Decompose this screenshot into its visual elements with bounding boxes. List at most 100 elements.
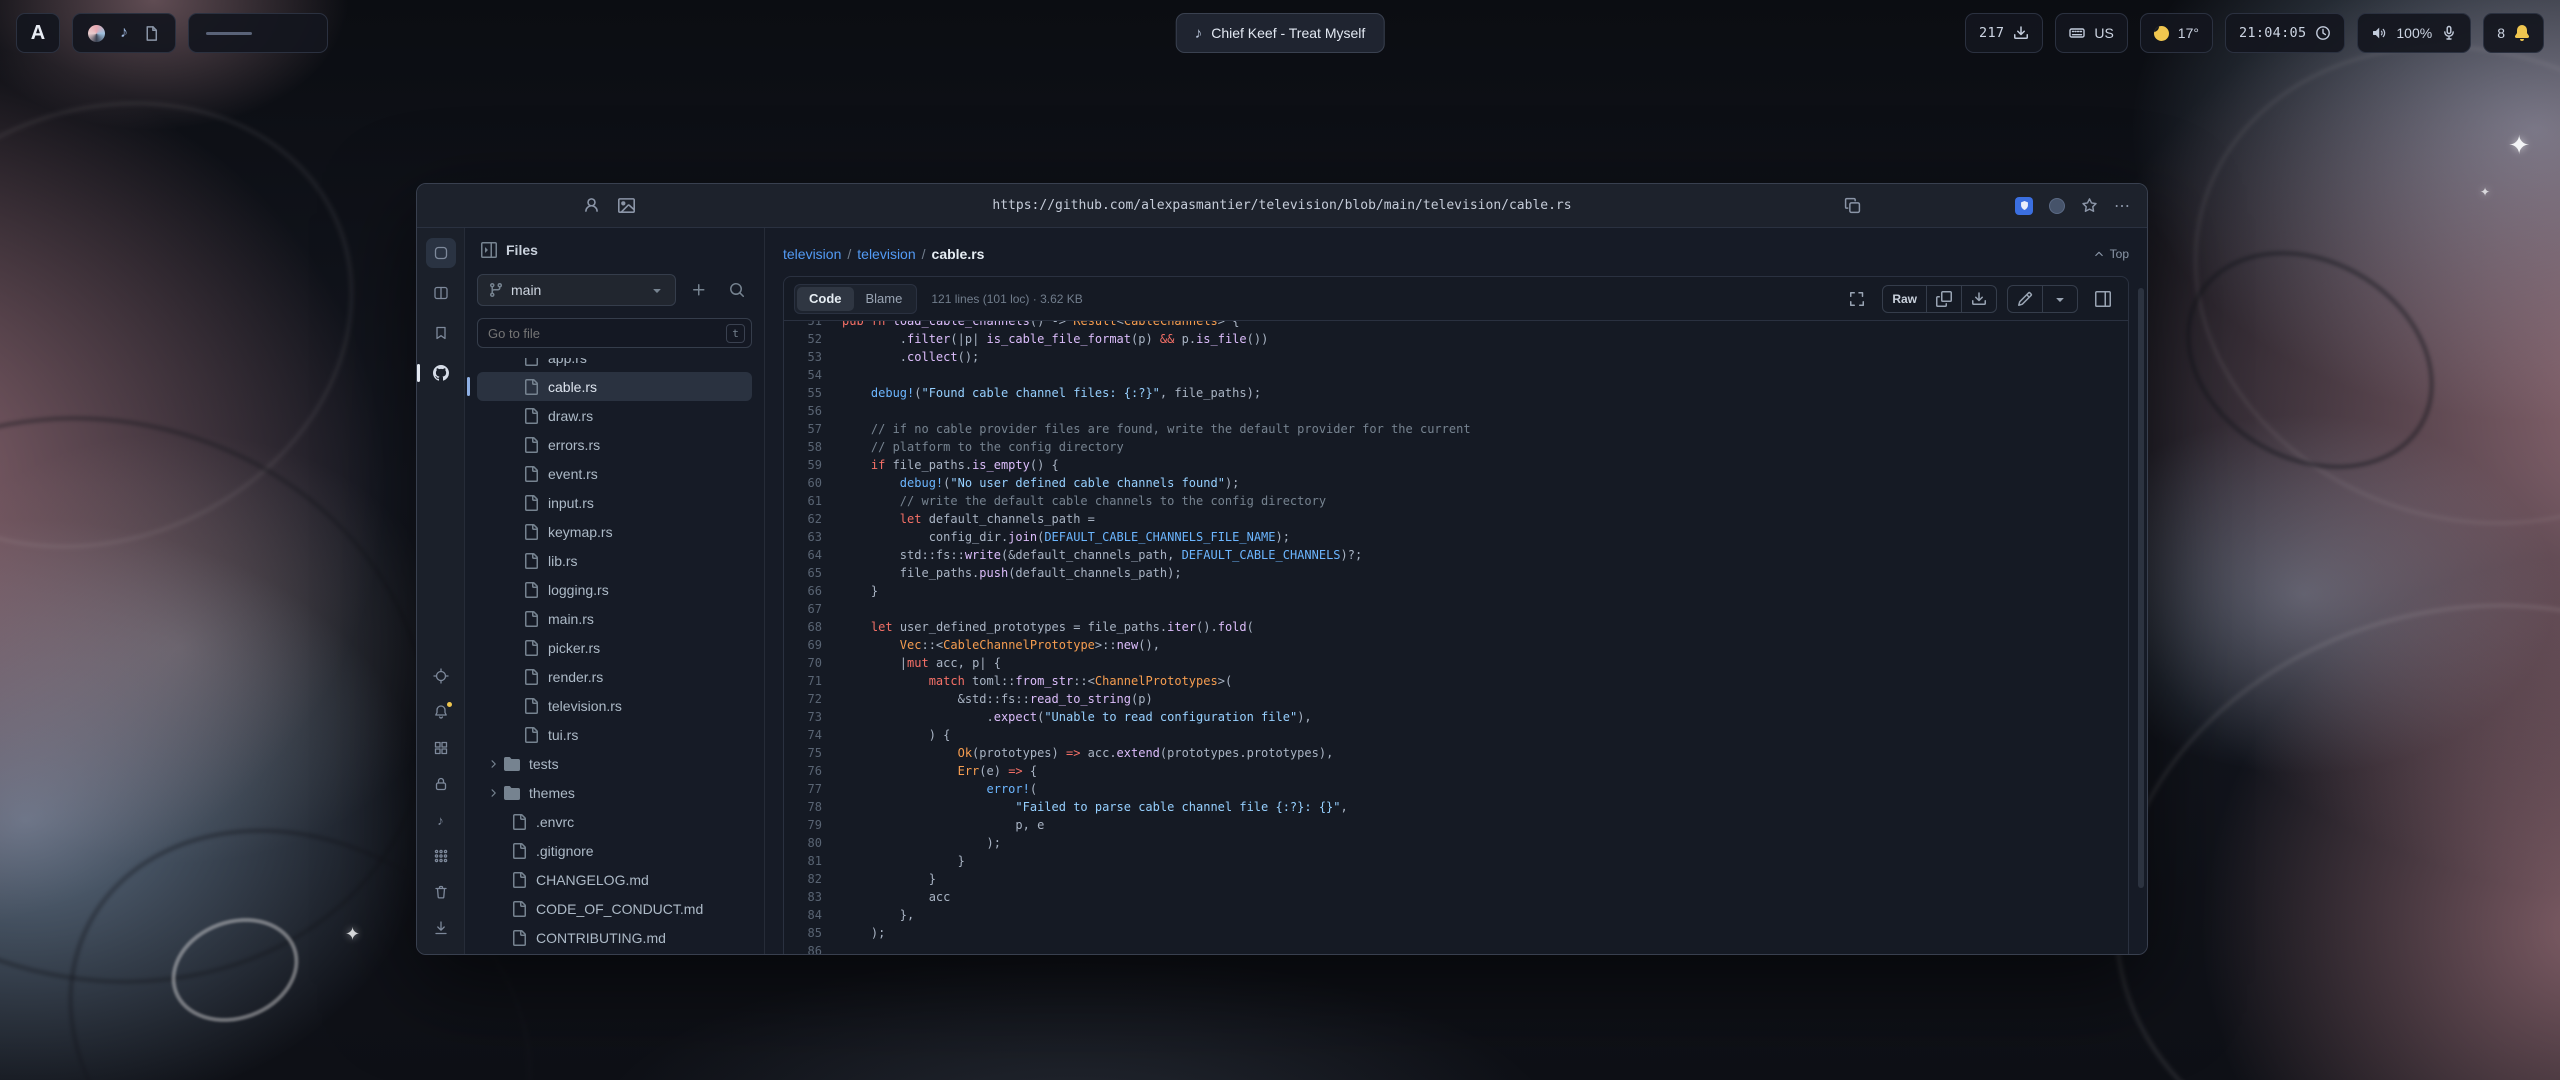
line-number[interactable]: 52 xyxy=(784,330,842,348)
extension-icon[interactable] xyxy=(2049,198,2065,214)
line-number[interactable]: 73 xyxy=(784,708,842,726)
workspace-button[interactable] xyxy=(426,238,456,268)
new-file-button[interactable] xyxy=(684,275,714,305)
line-number[interactable]: 75 xyxy=(784,744,842,762)
line-number[interactable]: 71 xyxy=(784,672,842,690)
downloads-button[interactable] xyxy=(426,913,456,943)
tree-item-themes[interactable]: themes xyxy=(477,778,752,807)
line-number[interactable]: 54 xyxy=(784,366,842,384)
line-number[interactable]: 53 xyxy=(784,348,842,366)
goto-file-input[interactable] xyxy=(488,326,720,341)
line-number[interactable]: 80 xyxy=(784,834,842,852)
url-bar[interactable]: https://github.com/alexpasmantier/televi… xyxy=(992,198,1571,213)
line-number[interactable]: 63 xyxy=(784,528,842,546)
tree-item-CONTRIBUTING.md[interactable]: CONTRIBUTING.md xyxy=(477,923,752,952)
updates-module[interactable]: 217 xyxy=(1965,13,2043,53)
tree-item-CODE_OF_CONDUCT.md[interactable]: CODE_OF_CONDUCT.md xyxy=(477,894,752,923)
browser-menu-icon[interactable]: ⋯ xyxy=(2114,196,2131,216)
bitwarden-icon[interactable] xyxy=(2015,197,2033,215)
line-number[interactable]: 68 xyxy=(784,618,842,636)
line-number[interactable]: 81 xyxy=(784,852,842,870)
tree-item-input.rs[interactable]: input.rs xyxy=(477,488,752,517)
volume-module[interactable]: 100% xyxy=(2357,13,2471,53)
line-number[interactable]: 82 xyxy=(784,870,842,888)
color-scratchpad-button[interactable] xyxy=(88,25,105,42)
library-button[interactable] xyxy=(426,318,456,348)
line-number[interactable]: 55 xyxy=(784,384,842,402)
github-tab[interactable] xyxy=(426,358,456,388)
tree-item-Cargo.lock[interactable]: Cargo.lock xyxy=(477,952,752,955)
keyboard-layout-module[interactable]: US xyxy=(2055,13,2127,53)
line-number[interactable]: 67 xyxy=(784,600,842,618)
line-number[interactable]: 57 xyxy=(784,420,842,438)
line-number[interactable]: 69 xyxy=(784,636,842,654)
tree-item-lib.rs[interactable]: lib.rs xyxy=(477,546,752,575)
line-number[interactable]: 76 xyxy=(784,762,842,780)
breadcrumb-dir-link[interactable]: television xyxy=(857,246,915,262)
line-number[interactable]: 77 xyxy=(784,780,842,798)
line-number[interactable]: 66 xyxy=(784,582,842,600)
line-number[interactable]: 64 xyxy=(784,546,842,564)
line-number[interactable]: 59 xyxy=(784,456,842,474)
goto-file-box[interactable]: t xyxy=(477,318,752,348)
tree-item-event.rs[interactable]: event.rs xyxy=(477,459,752,488)
screenshot-icon[interactable] xyxy=(618,197,635,214)
tree-item-keymap.rs[interactable]: keymap.rs xyxy=(477,517,752,546)
trash-button[interactable] xyxy=(426,877,456,907)
media-button[interactable]: ♪ xyxy=(426,805,456,835)
line-number[interactable]: 51 xyxy=(784,321,842,330)
tree-item-logging.rs[interactable]: logging.rs xyxy=(477,575,752,604)
line-number[interactable]: 65 xyxy=(784,564,842,582)
launcher-button[interactable]: A xyxy=(16,13,60,53)
tree-item-draw.rs[interactable]: draw.rs xyxy=(477,401,752,430)
branch-selector[interactable]: main xyxy=(477,274,676,306)
tree-item-CHANGELOG.md[interactable]: CHANGELOG.md xyxy=(477,865,752,894)
tree-item-render.rs[interactable]: render.rs xyxy=(477,662,752,691)
line-number[interactable]: 83 xyxy=(784,888,842,906)
line-number[interactable]: 74 xyxy=(784,726,842,744)
symbols-panel-button[interactable] xyxy=(2088,284,2118,314)
tree-item-picker.rs[interactable]: picker.rs xyxy=(477,633,752,662)
tree-item-main.rs[interactable]: main.rs xyxy=(477,604,752,633)
tab-blame[interactable]: Blame xyxy=(854,287,915,311)
line-number[interactable]: 62 xyxy=(784,510,842,528)
line-number[interactable]: 84 xyxy=(784,906,842,924)
back-to-top-link[interactable]: Top xyxy=(2093,247,2129,261)
weather-module[interactable]: 17° xyxy=(2140,13,2213,53)
line-number[interactable]: 60 xyxy=(784,474,842,492)
line-number[interactable]: 56 xyxy=(784,402,842,420)
copy-raw-button[interactable] xyxy=(1927,286,1962,312)
line-number[interactable]: 61 xyxy=(784,492,842,510)
line-number[interactable]: 85 xyxy=(784,924,842,942)
tab-code[interactable]: Code xyxy=(797,287,854,311)
edit-button[interactable] xyxy=(2008,286,2043,312)
clock-module[interactable]: 21:04:05 xyxy=(2225,13,2345,53)
line-number[interactable]: 58 xyxy=(784,438,842,456)
breadcrumb-repo-link[interactable]: television xyxy=(783,246,841,262)
fullscreen-button[interactable] xyxy=(1842,284,1872,314)
line-number[interactable]: 79 xyxy=(784,816,842,834)
tree-item-tests[interactable]: tests xyxy=(477,749,752,778)
line-number[interactable]: 70 xyxy=(784,654,842,672)
download-raw-button[interactable] xyxy=(1962,286,1996,312)
profile-icon[interactable] xyxy=(583,197,600,214)
alerts-button[interactable] xyxy=(426,697,456,727)
line-number[interactable]: 72 xyxy=(784,690,842,708)
tree-item-errors.rs[interactable]: errors.rs xyxy=(477,430,752,459)
tree-item-cable.rs[interactable]: cable.rs xyxy=(477,372,752,401)
now-playing-module[interactable]: ♪ Chief Keef - Treat Myself xyxy=(1176,13,1385,53)
bookmark-star-icon[interactable] xyxy=(2081,197,2098,214)
picker-button[interactable] xyxy=(426,661,456,691)
panels-button[interactable] xyxy=(426,733,456,763)
tree-item-.gitignore[interactable]: .gitignore xyxy=(477,836,752,865)
page-scrollbar[interactable] xyxy=(2138,288,2144,888)
taskbar-module[interactable] xyxy=(188,13,328,53)
search-tree-button[interactable] xyxy=(722,275,752,305)
apps-button[interactable] xyxy=(426,841,456,871)
collapse-panel-icon[interactable] xyxy=(481,242,497,258)
line-number[interactable]: 86 xyxy=(784,942,842,954)
notes-scratchpad-button[interactable] xyxy=(143,25,160,42)
privacy-button[interactable] xyxy=(426,769,456,799)
split-view-button[interactable] xyxy=(426,278,456,308)
edit-dropdown-button[interactable] xyxy=(2043,286,2077,312)
